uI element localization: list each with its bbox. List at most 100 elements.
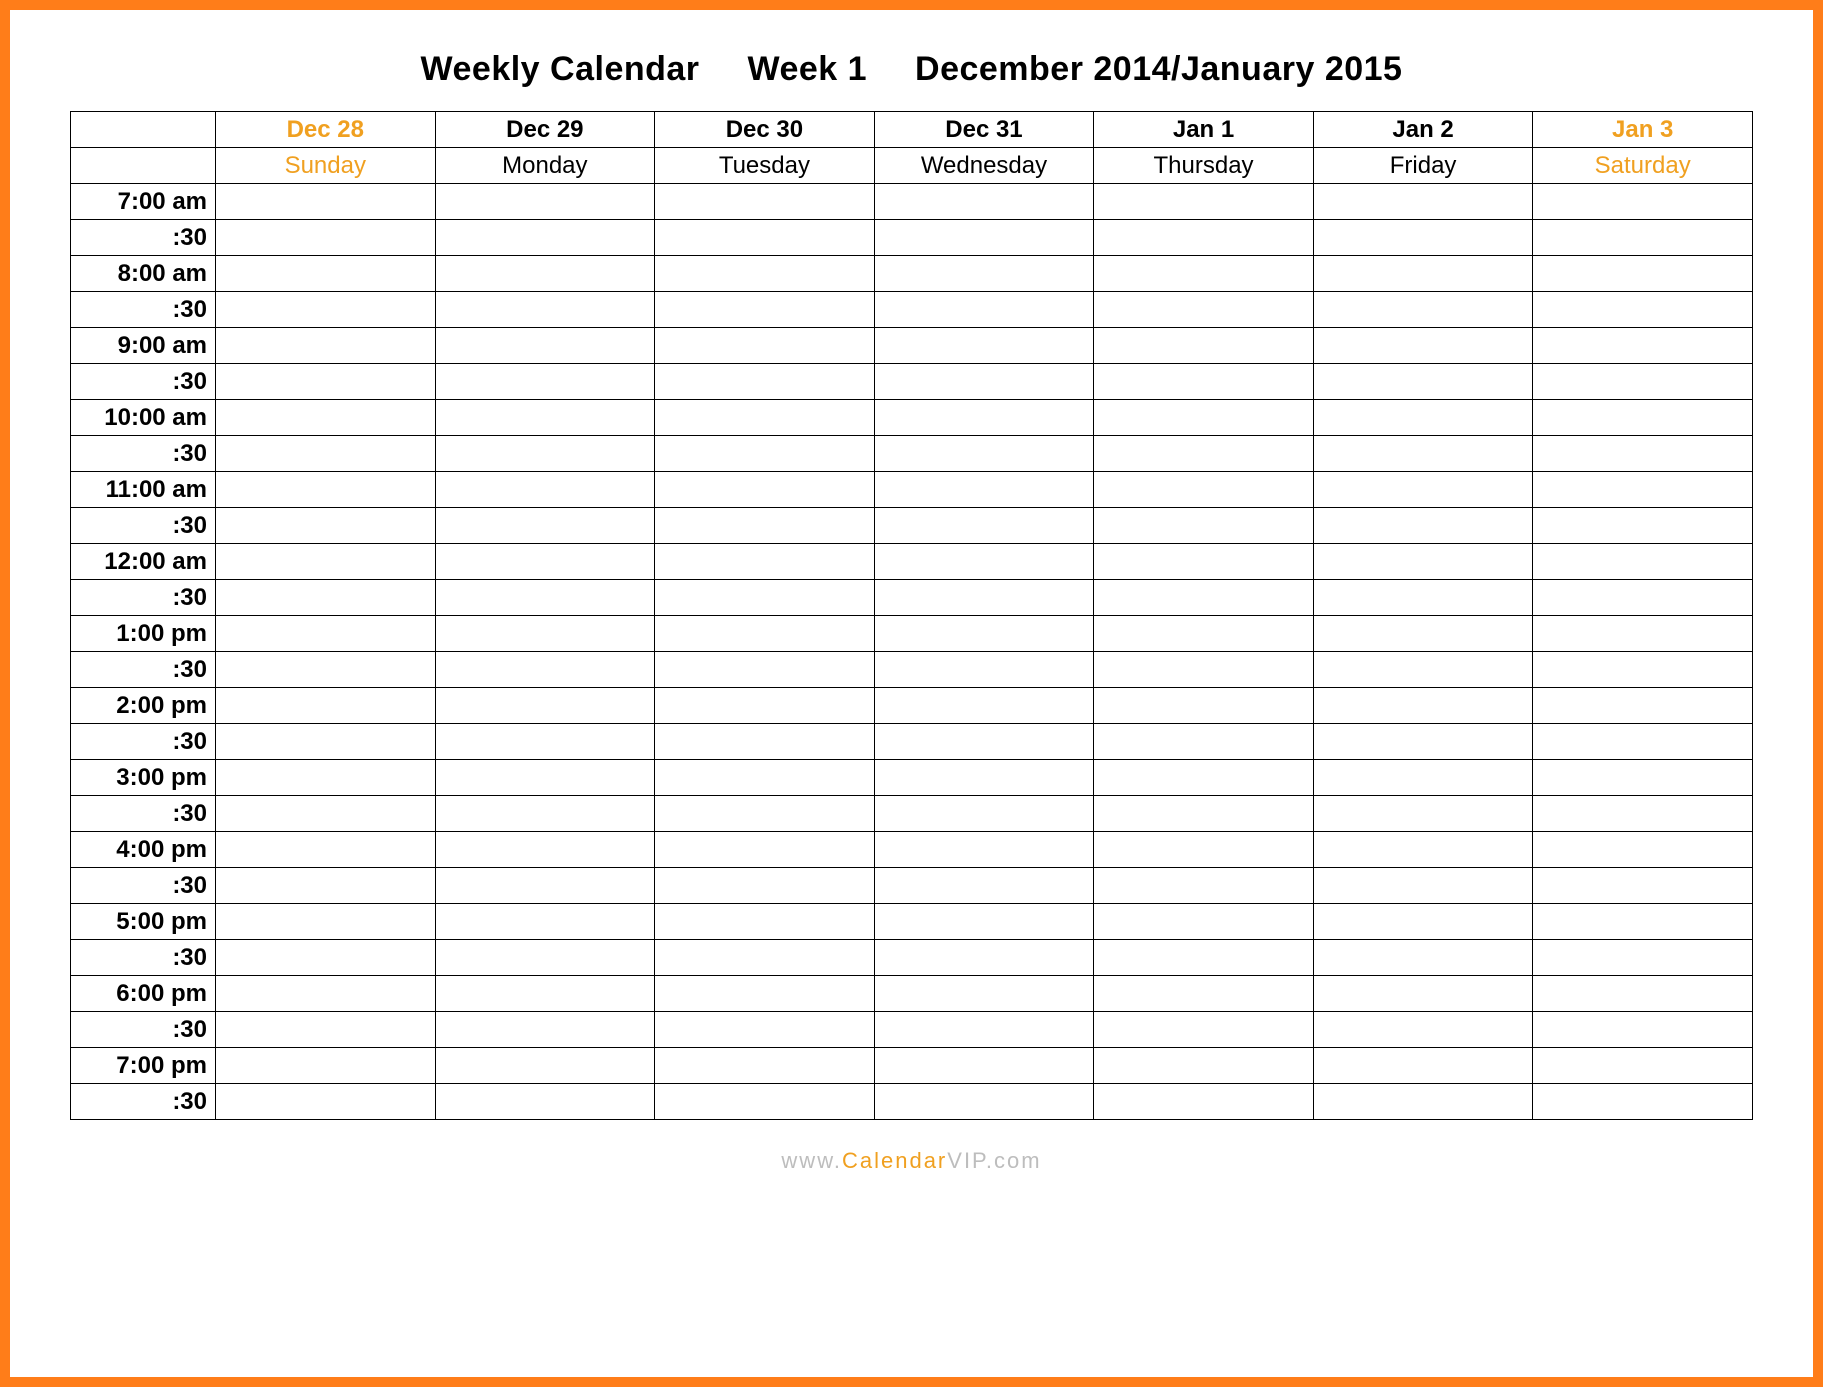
time-slot[interactable] xyxy=(1533,688,1753,724)
time-slot[interactable] xyxy=(1094,832,1314,868)
time-slot[interactable] xyxy=(1533,1084,1753,1120)
time-slot[interactable] xyxy=(1313,436,1533,472)
time-slot[interactable] xyxy=(435,904,655,940)
time-slot[interactable] xyxy=(874,652,1094,688)
time-slot[interactable] xyxy=(655,364,875,400)
time-slot[interactable] xyxy=(1533,976,1753,1012)
time-slot[interactable] xyxy=(216,544,436,580)
time-slot[interactable] xyxy=(435,292,655,328)
time-slot[interactable] xyxy=(1533,508,1753,544)
time-slot[interactable] xyxy=(435,472,655,508)
time-slot[interactable] xyxy=(435,436,655,472)
time-slot[interactable] xyxy=(1313,580,1533,616)
time-slot[interactable] xyxy=(1313,616,1533,652)
time-slot[interactable] xyxy=(1094,940,1314,976)
time-slot[interactable] xyxy=(1533,544,1753,580)
time-slot[interactable] xyxy=(655,580,875,616)
time-slot[interactable] xyxy=(1094,1048,1314,1084)
time-slot[interactable] xyxy=(1533,652,1753,688)
time-slot[interactable] xyxy=(1533,904,1753,940)
time-slot[interactable] xyxy=(655,1048,875,1084)
time-slot[interactable] xyxy=(1313,940,1533,976)
time-slot[interactable] xyxy=(1313,868,1533,904)
time-slot[interactable] xyxy=(874,868,1094,904)
time-slot[interactable] xyxy=(1094,508,1314,544)
time-slot[interactable] xyxy=(655,688,875,724)
time-slot[interactable] xyxy=(1094,184,1314,220)
time-slot[interactable] xyxy=(655,760,875,796)
time-slot[interactable] xyxy=(1533,364,1753,400)
time-slot[interactable] xyxy=(216,868,436,904)
time-slot[interactable] xyxy=(216,472,436,508)
time-slot[interactable] xyxy=(216,760,436,796)
time-slot[interactable] xyxy=(655,184,875,220)
time-slot[interactable] xyxy=(1533,400,1753,436)
time-slot[interactable] xyxy=(874,436,1094,472)
time-slot[interactable] xyxy=(1094,292,1314,328)
time-slot[interactable] xyxy=(1094,1012,1314,1048)
time-slot[interactable] xyxy=(1533,760,1753,796)
time-slot[interactable] xyxy=(1533,580,1753,616)
time-slot[interactable] xyxy=(216,652,436,688)
time-slot[interactable] xyxy=(1533,436,1753,472)
time-slot[interactable] xyxy=(435,184,655,220)
time-slot[interactable] xyxy=(435,796,655,832)
time-slot[interactable] xyxy=(1094,904,1314,940)
time-slot[interactable] xyxy=(1313,832,1533,868)
time-slot[interactable] xyxy=(216,436,436,472)
time-slot[interactable] xyxy=(655,508,875,544)
time-slot[interactable] xyxy=(874,688,1094,724)
time-slot[interactable] xyxy=(655,436,875,472)
time-slot[interactable] xyxy=(1533,832,1753,868)
time-slot[interactable] xyxy=(1313,184,1533,220)
time-slot[interactable] xyxy=(216,616,436,652)
time-slot[interactable] xyxy=(1094,796,1314,832)
time-slot[interactable] xyxy=(874,616,1094,652)
time-slot[interactable] xyxy=(655,1012,875,1048)
time-slot[interactable] xyxy=(655,724,875,760)
time-slot[interactable] xyxy=(216,976,436,1012)
time-slot[interactable] xyxy=(1313,724,1533,760)
time-slot[interactable] xyxy=(1313,1012,1533,1048)
time-slot[interactable] xyxy=(1533,1012,1753,1048)
time-slot[interactable] xyxy=(874,508,1094,544)
time-slot[interactable] xyxy=(1313,796,1533,832)
time-slot[interactable] xyxy=(874,544,1094,580)
time-slot[interactable] xyxy=(435,508,655,544)
time-slot[interactable] xyxy=(655,796,875,832)
time-slot[interactable] xyxy=(1094,472,1314,508)
time-slot[interactable] xyxy=(1094,760,1314,796)
time-slot[interactable] xyxy=(435,688,655,724)
time-slot[interactable] xyxy=(874,472,1094,508)
time-slot[interactable] xyxy=(874,220,1094,256)
time-slot[interactable] xyxy=(874,184,1094,220)
time-slot[interactable] xyxy=(655,544,875,580)
time-slot[interactable] xyxy=(655,940,875,976)
time-slot[interactable] xyxy=(216,400,436,436)
time-slot[interactable] xyxy=(1094,688,1314,724)
time-slot[interactable] xyxy=(874,940,1094,976)
time-slot[interactable] xyxy=(1094,580,1314,616)
time-slot[interactable] xyxy=(1094,1084,1314,1120)
time-slot[interactable] xyxy=(216,796,436,832)
time-slot[interactable] xyxy=(1313,688,1533,724)
time-slot[interactable] xyxy=(1094,652,1314,688)
time-slot[interactable] xyxy=(874,904,1094,940)
time-slot[interactable] xyxy=(216,508,436,544)
time-slot[interactable] xyxy=(216,364,436,400)
time-slot[interactable] xyxy=(655,328,875,364)
time-slot[interactable] xyxy=(1094,256,1314,292)
time-slot[interactable] xyxy=(1533,472,1753,508)
time-slot[interactable] xyxy=(216,1084,436,1120)
time-slot[interactable] xyxy=(1094,400,1314,436)
time-slot[interactable] xyxy=(435,580,655,616)
time-slot[interactable] xyxy=(655,616,875,652)
time-slot[interactable] xyxy=(1313,652,1533,688)
time-slot[interactable] xyxy=(435,832,655,868)
time-slot[interactable] xyxy=(1094,220,1314,256)
time-slot[interactable] xyxy=(655,400,875,436)
time-slot[interactable] xyxy=(874,256,1094,292)
time-slot[interactable] xyxy=(435,1084,655,1120)
time-slot[interactable] xyxy=(216,1048,436,1084)
time-slot[interactable] xyxy=(655,292,875,328)
